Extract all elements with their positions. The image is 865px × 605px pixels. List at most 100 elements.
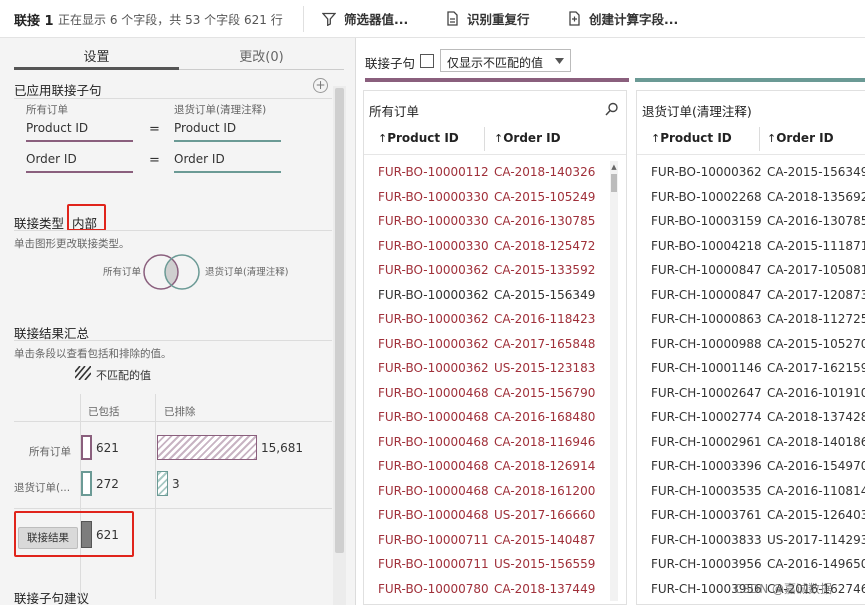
cell-order-id[interactable]: CA-2015-140487 (494, 533, 595, 547)
table-scroll-up-icon[interactable]: ▲ (610, 163, 618, 171)
show-unmatched-checkbox[interactable] (420, 54, 434, 68)
included-bar[interactable] (81, 471, 92, 496)
left-panel-scrollbar-thumb[interactable] (335, 88, 344, 553)
cell-order-id[interactable]: CA-2016-110814 (767, 484, 865, 498)
cell-order-id[interactable]: CA-2016-101910 (767, 386, 865, 400)
cell-order-id[interactable]: CA-2018-161200 (494, 484, 595, 498)
search-icon[interactable] (605, 102, 619, 116)
cell-product-id[interactable]: FUR-BO-10000330 (378, 239, 489, 253)
cell-product-id[interactable]: FUR-CH-10002774 (651, 410, 762, 424)
cell-order-id[interactable]: CA-2016-130785 (494, 214, 595, 228)
cell-order-id[interactable]: CA-2018-135692 (767, 190, 865, 204)
cell-order-id[interactable]: CA-2016-154970 (767, 459, 865, 473)
identify-duplicates-button[interactable]: 识别重复行 (446, 9, 530, 28)
cell-order-id[interactable]: CA-2018-112725 (767, 312, 865, 326)
cell-order-id[interactable]: CA-2016-130785 (767, 214, 865, 228)
cell-order-id[interactable]: US-2017-114293 (767, 533, 865, 547)
clause-1-operator[interactable]: = (149, 122, 160, 137)
cell-product-id[interactable]: FUR-BO-10004218 (651, 239, 762, 253)
cell-product-id[interactable]: FUR-BO-10000711 (378, 557, 489, 571)
cell-order-id[interactable]: CA-2015-105249 (494, 190, 595, 204)
cell-product-id[interactable]: FUR-BO-10000780 (378, 582, 489, 596)
cell-product-id[interactable]: FUR-CH-10003535 (651, 484, 762, 498)
cell-order-id[interactable]: CA-2018-137449 (494, 582, 595, 596)
clause-2-operator[interactable]: = (149, 153, 160, 168)
inner-join-venn-icon[interactable] (141, 252, 203, 292)
cell-product-id[interactable]: FUR-CH-10000863 (651, 312, 762, 326)
cell-order-id[interactable]: CA-2016-118423 (494, 312, 595, 326)
cell-order-id[interactable]: CA-2016-168480 (494, 410, 595, 424)
table-scrollbar-thumb[interactable] (611, 174, 617, 192)
cell-order-id[interactable]: CA-2018-116946 (494, 435, 595, 449)
filter-values-button[interactable]: 筛选器值... (322, 9, 408, 28)
clause-2-right-field[interactable]: Order ID (174, 149, 281, 173)
cell-order-id[interactable]: CA-2015-156349 (494, 288, 595, 302)
cell-product-id[interactable]: FUR-BO-10000362 (378, 337, 489, 351)
cell-product-id[interactable]: FUR-BO-10000468 (378, 410, 489, 424)
cell-product-id[interactable]: FUR-BO-10000362 (378, 263, 489, 277)
cell-order-id[interactable]: US-2017-166660 (494, 508, 595, 522)
column-header-order-id[interactable]: ↑Order ID (494, 131, 561, 145)
cell-order-id[interactable]: CA-2018-137428 (767, 410, 865, 424)
excluded-bar[interactable] (157, 435, 257, 460)
cell-order-id[interactable]: US-2015-156559 (494, 557, 595, 571)
cell-product-id[interactable]: FUR-BO-10000362 (378, 288, 489, 302)
cell-product-id[interactable]: FUR-CH-10002961 (651, 435, 762, 449)
cell-order-id[interactable]: CA-2017-162159 (767, 361, 865, 375)
returns-title: 退货订单(清理注释) (642, 104, 752, 119)
cell-order-id[interactable]: US-2015-123183 (494, 361, 595, 375)
cell-order-id[interactable]: CA-2018-125472 (494, 239, 595, 253)
cell-product-id[interactable]: FUR-BO-10000468 (378, 484, 489, 498)
cell-order-id[interactable]: CA-2015-156790 (494, 386, 595, 400)
clause-1-left-field[interactable]: Product ID (26, 118, 133, 142)
tab-settings[interactable]: 设置 (14, 46, 179, 65)
included-bar[interactable] (81, 435, 92, 460)
cell-product-id[interactable]: FUR-BO-10000468 (378, 508, 489, 522)
cell-product-id[interactable]: FUR-BO-10000362 (378, 361, 489, 375)
cell-product-id[interactable]: FUR-CH-10003396 (651, 459, 762, 473)
cell-product-id[interactable]: FUR-CH-10003833 (651, 533, 762, 547)
cell-order-id[interactable]: CA-2016-149650 (767, 557, 865, 571)
cell-product-id[interactable]: FUR-BO-10000468 (378, 386, 489, 400)
table-scrollbar-track[interactable] (610, 161, 618, 601)
cell-product-id[interactable]: FUR-CH-10003956 (651, 557, 762, 571)
cell-product-id[interactable]: FUR-BO-10000330 (378, 190, 489, 204)
cell-product-id[interactable]: FUR-BO-10000362 (651, 165, 762, 179)
cell-product-id[interactable]: FUR-BO-10000112 (378, 165, 489, 179)
cell-product-id[interactable]: FUR-CH-10003761 (651, 508, 762, 522)
cell-order-id[interactable]: CA-2017-120873 (767, 288, 865, 302)
cell-order-id[interactable]: CA-2017-165848 (494, 337, 595, 351)
clause-2-left-field[interactable]: Order ID (26, 149, 133, 173)
cell-product-id[interactable]: FUR-BO-10002268 (651, 190, 762, 204)
section-divider (14, 340, 332, 341)
tab-changes[interactable]: 更改(0) (179, 46, 344, 65)
cell-order-id[interactable]: CA-2018-140326 (494, 165, 595, 179)
cell-order-id[interactable]: CA-2015-111871 (767, 239, 865, 253)
cell-product-id[interactable]: FUR-BO-10000330 (378, 214, 489, 228)
column-header-order-id[interactable]: ↑Order ID (767, 131, 834, 145)
create-calculated-field-button[interactable]: 创建计算字段... (568, 9, 678, 28)
cell-order-id[interactable]: CA-2017-105081 (767, 263, 865, 277)
cell-product-id[interactable]: FUR-CH-10000847 (651, 263, 762, 277)
add-clause-button[interactable]: + (313, 78, 328, 93)
cell-product-id[interactable]: FUR-CH-10000988 (651, 337, 762, 351)
cell-order-id[interactable]: CA-2015-126403 (767, 508, 865, 522)
cell-product-id[interactable]: FUR-BO-10000468 (378, 459, 489, 473)
cell-order-id[interactable]: CA-2015-156349 (767, 165, 865, 179)
cell-product-id[interactable]: FUR-CH-10000847 (651, 288, 762, 302)
cell-product-id[interactable]: FUR-CH-10002647 (651, 386, 762, 400)
column-header-product-id[interactable]: ↑Product ID (651, 131, 732, 145)
cell-product-id[interactable]: FUR-BO-10000468 (378, 435, 489, 449)
excluded-bar[interactable] (157, 471, 168, 496)
cell-order-id[interactable]: CA-2018-140186 (767, 435, 865, 449)
cell-product-id[interactable]: FUR-BO-10003159 (651, 214, 762, 228)
cell-product-id[interactable]: FUR-CH-10001146 (651, 361, 762, 375)
column-header-product-id[interactable]: ↑Product ID (378, 131, 459, 145)
unmatched-filter-dropdown[interactable]: 仅显示不匹配的值 (440, 49, 571, 72)
clause-1-right-field[interactable]: Product ID (174, 118, 281, 142)
cell-order-id[interactable]: CA-2018-126914 (494, 459, 595, 473)
cell-order-id[interactable]: CA-2015-133592 (494, 263, 595, 277)
cell-order-id[interactable]: CA-2015-105270 (767, 337, 865, 351)
cell-product-id[interactable]: FUR-BO-10000362 (378, 312, 489, 326)
cell-product-id[interactable]: FUR-BO-10000711 (378, 533, 489, 547)
